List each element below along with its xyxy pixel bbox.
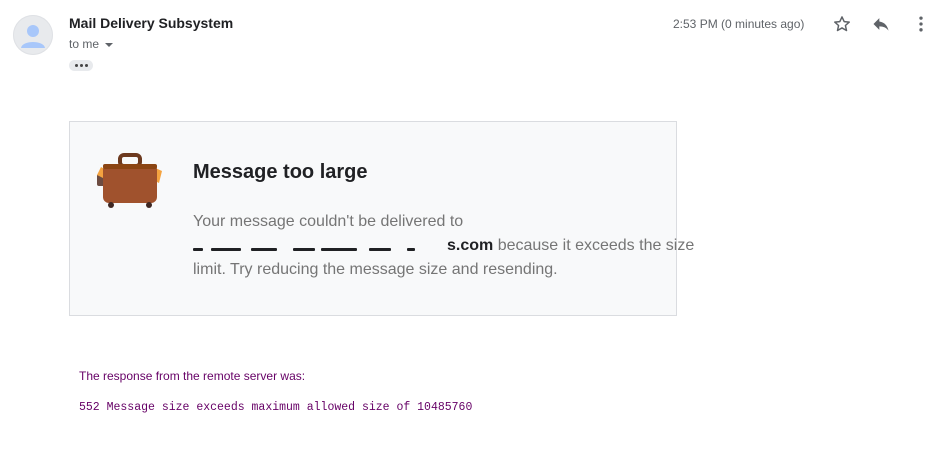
ellipsis-icon xyxy=(84,64,88,67)
recipient-address-suffix: s.com xyxy=(447,237,494,254)
reply-button[interactable] xyxy=(869,12,893,36)
person-icon xyxy=(21,25,45,48)
card-body-line-2-rest: because it exceeds the size xyxy=(493,237,695,254)
redacted-address xyxy=(193,234,447,258)
more-options-button[interactable] xyxy=(909,12,933,36)
card-body-line-1: Your message couldn't be delivered to xyxy=(193,213,464,230)
recipient-label: to me xyxy=(69,37,100,51)
message-timestamp: 2:53 PM (0 minutes ago) xyxy=(673,17,805,31)
reply-icon xyxy=(873,18,889,31)
email-view: Mail Delivery Subsystem to me 2:53 PM (0… xyxy=(0,0,939,452)
show-trimmed-content-button[interactable] xyxy=(69,60,93,71)
server-response-label: The response from the remote server was: xyxy=(79,369,306,383)
card-message: Your message couldn't be delivered to s.… xyxy=(193,210,694,282)
chevron-down-icon xyxy=(105,43,114,47)
recipient-details-toggle[interactable]: to me xyxy=(69,37,114,51)
more-vert-icon xyxy=(919,16,923,32)
ellipsis-icon xyxy=(79,64,83,67)
star-button[interactable] xyxy=(830,12,854,36)
sender-avatar[interactable] xyxy=(13,15,53,55)
card-title: Message too large xyxy=(193,161,368,183)
sender-name[interactable]: Mail Delivery Subsystem xyxy=(69,15,233,31)
server-response-text: 552 Message size exceeds maximum allowed… xyxy=(79,401,473,414)
card-body-line-3: limit. Try reducing the message size and… xyxy=(193,261,558,278)
ellipsis-icon xyxy=(74,64,78,67)
star-icon xyxy=(834,16,850,32)
card-body-line-2: s.com because it exceeds the size xyxy=(193,234,694,258)
bounce-notice-card: Message too large Your message couldn't … xyxy=(69,121,694,316)
suitcase-icon xyxy=(95,153,165,214)
